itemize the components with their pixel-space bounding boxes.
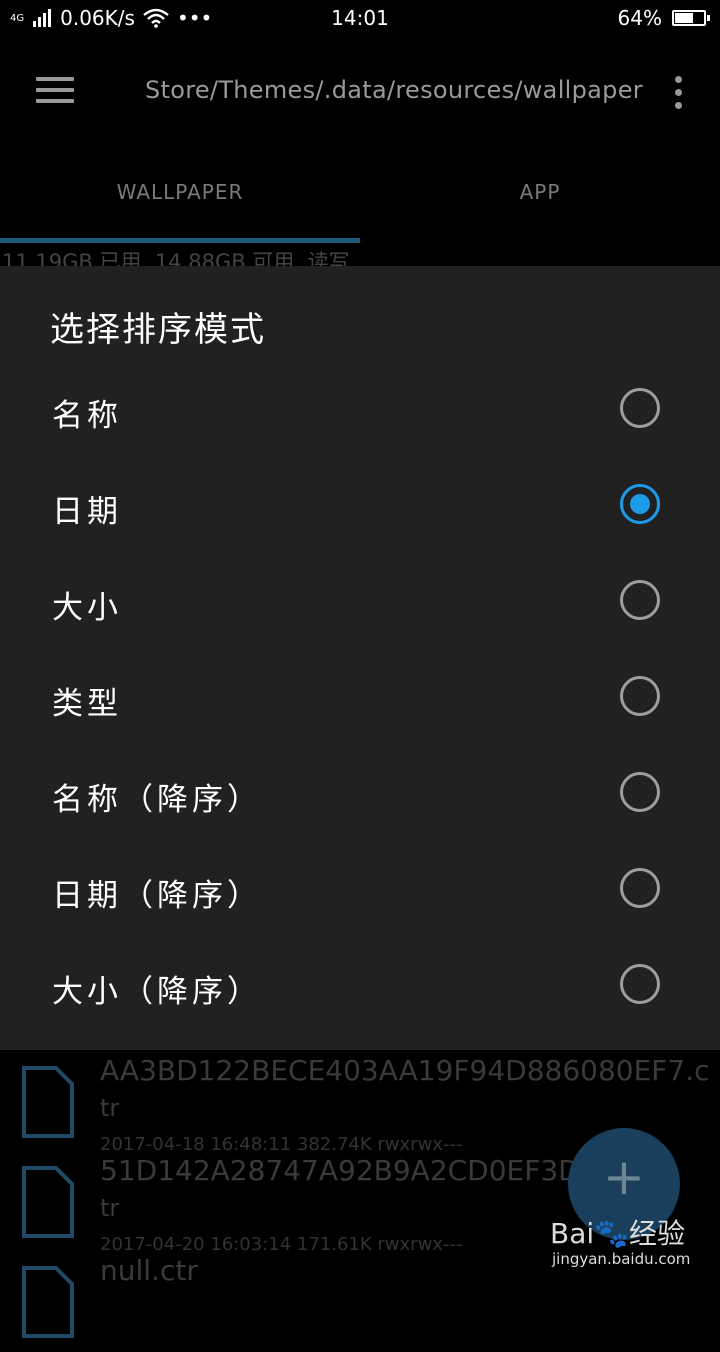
plus-icon: + xyxy=(603,1148,645,1206)
watermark-brand: Bai🐾经验 xyxy=(550,1217,686,1250)
file-icon xyxy=(22,1066,74,1138)
battery-icon xyxy=(672,10,710,26)
tab-indicator xyxy=(0,238,360,243)
option-label: 大小 xyxy=(52,590,122,626)
radio-button[interactable] xyxy=(620,964,660,1004)
battery-fill xyxy=(675,13,693,23)
sort-option-date-desc[interactable]: 日期（降序） xyxy=(0,842,720,938)
sort-option-name-desc[interactable]: 名称（降序） xyxy=(0,746,720,842)
radio-button[interactable] xyxy=(620,580,660,620)
file-icon xyxy=(22,1266,74,1338)
file-name: AA3BD122BECE403AA19F94D886080EF7.c xyxy=(100,1054,710,1087)
file-name: 51D142A28747A92B9A2CD0EF3D xyxy=(100,1154,580,1187)
sort-option-size-desc[interactable]: 大小（降序） xyxy=(0,938,720,1034)
path-title: Store/Themes/.data/resources/wallpaper xyxy=(145,76,643,104)
radio-button[interactable] xyxy=(620,676,660,716)
option-label: 日期（降序） xyxy=(52,878,262,914)
status-bar: 4G 0.06K/s ••• 14:01 64% xyxy=(0,0,720,36)
tab-bar: WALLPAPER APP xyxy=(0,160,720,230)
file-name-cont: tr xyxy=(100,1094,120,1122)
watermark-url: jingyan.baidu.com xyxy=(552,1250,691,1268)
overflow-menu-icon[interactable] xyxy=(674,76,684,110)
sort-option-name[interactable]: 名称 xyxy=(0,362,720,458)
radio-button[interactable] xyxy=(620,388,660,428)
file-name: null.ctr xyxy=(100,1254,198,1287)
radio-button[interactable] xyxy=(620,772,660,812)
sort-option-date[interactable]: 日期 xyxy=(0,458,720,554)
tab-app[interactable]: APP xyxy=(360,180,720,204)
radio-button[interactable] xyxy=(620,868,660,908)
radio-button[interactable] xyxy=(620,484,660,524)
sort-option-size[interactable]: 大小 xyxy=(0,554,720,650)
option-label: 名称（降序） xyxy=(52,782,262,818)
status-right: 64% xyxy=(617,6,710,30)
file-name-cont: tr xyxy=(100,1194,120,1222)
baidu-watermark: Bai🐾经验 jingyan.baidu.com xyxy=(550,1212,720,1278)
toolbar: Store/Themes/.data/resources/wallpaper xyxy=(0,36,720,146)
dialog-title: 选择排序模式 xyxy=(50,310,266,350)
menu-icon[interactable] xyxy=(36,77,76,105)
option-label: 名称 xyxy=(52,398,122,434)
option-label: 类型 xyxy=(52,686,122,722)
battery-percent: 64% xyxy=(617,6,662,30)
tab-wallpaper[interactable]: WALLPAPER xyxy=(0,180,360,204)
option-label: 大小（降序） xyxy=(52,974,262,1010)
file-icon xyxy=(22,1166,74,1238)
clock: 14:01 xyxy=(331,6,389,30)
option-label: 日期 xyxy=(52,494,122,530)
sort-option-type[interactable]: 类型 xyxy=(0,650,720,746)
sort-mode-dialog: 选择排序模式 名称 日期 大小 类型 名称（降序） 日期（降序） 大小（降序） xyxy=(0,266,720,1050)
